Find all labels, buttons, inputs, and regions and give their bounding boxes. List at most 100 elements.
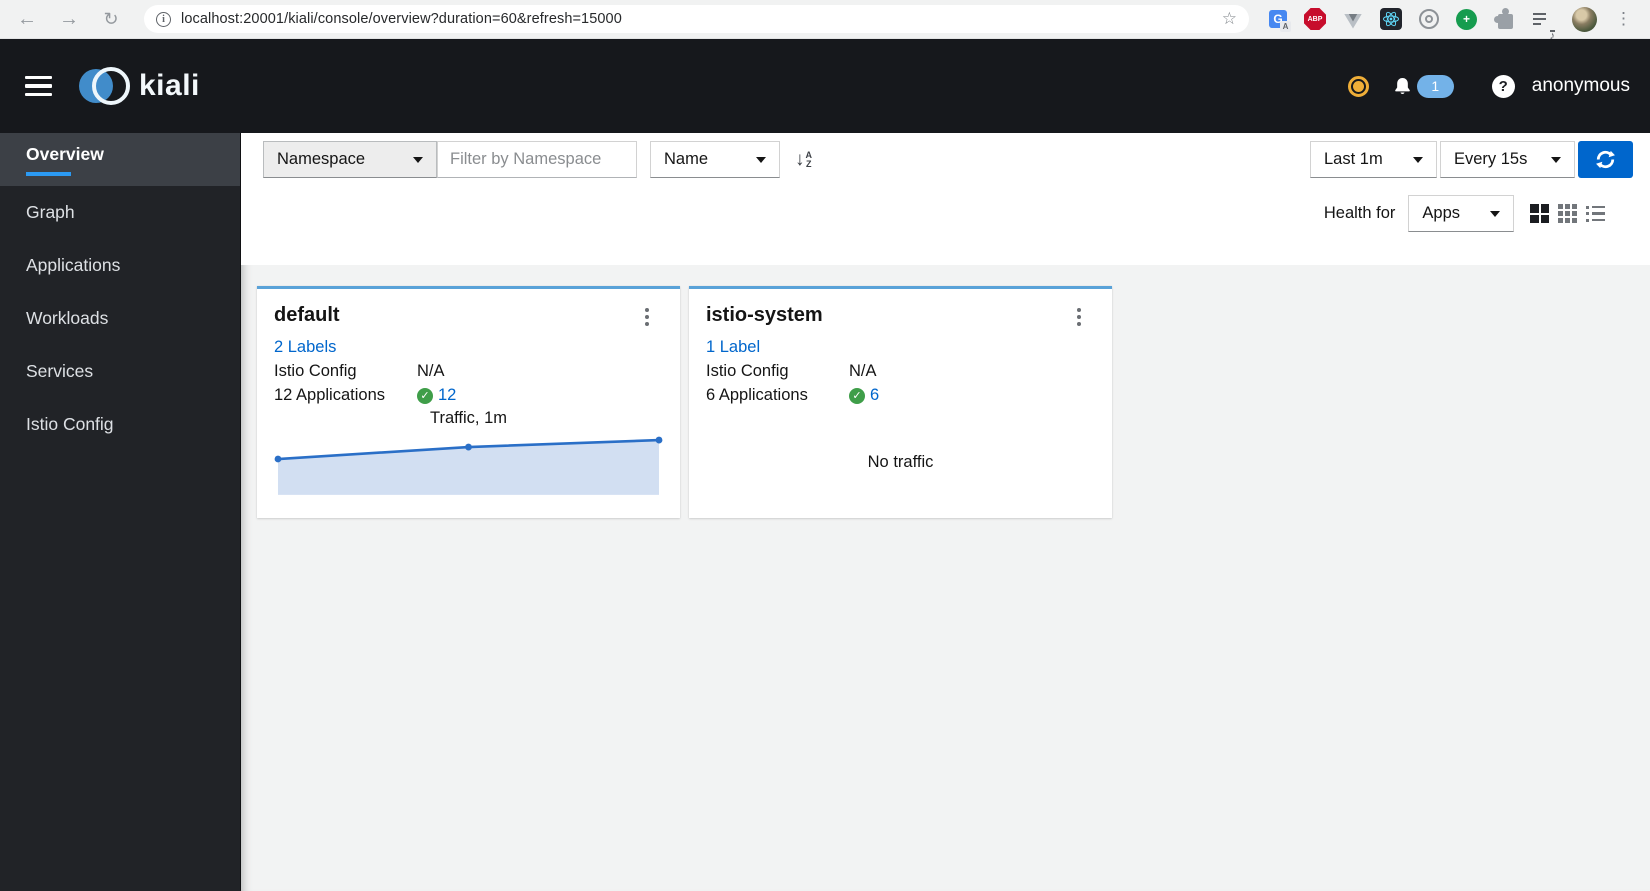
bookmark-star-icon[interactable]: ☆ [1222, 9, 1237, 29]
notification-badge: 1 [1416, 74, 1454, 98]
card-title: istio-system [706, 304, 823, 326]
toolbar: Namespace Name ↓ AZ Last 1m Every 15s [241, 133, 1650, 265]
istio-config-label: Istio Config [274, 362, 357, 380]
chevron-down-icon [413, 156, 423, 163]
health-type-select[interactable]: Apps [1408, 195, 1515, 232]
duration-select[interactable]: Last 1m [1310, 141, 1437, 178]
kebab-menu-button[interactable] [631, 304, 663, 326]
help-icon[interactable]: ? [1491, 74, 1515, 98]
url-text[interactable]: localhost:20001/kiali/console/overview?d… [181, 11, 622, 27]
check-circle-icon: ✓ [849, 387, 865, 404]
compact-view-button[interactable] [1558, 204, 1577, 223]
traffic-chart-title: Traffic, 1m [429, 409, 507, 427]
sidebar-nav: Overview Graph Applications Workloads Se… [0, 133, 241, 891]
istio-config-value: N/A [417, 362, 445, 380]
browser-profile-avatar[interactable] [1572, 6, 1597, 32]
istio-config-label: Istio Config [706, 362, 789, 380]
sort-az-icon: ↓ [795, 148, 805, 170]
info-icon[interactable]: i [156, 11, 171, 27]
masthead: kiali 1 ? anonymous [0, 39, 1650, 133]
th-icon [1558, 204, 1577, 223]
masthead-actions: 1 ? anonymous [1347, 74, 1630, 98]
sidebar-item-label: Graph [26, 202, 75, 222]
adblock-extension-icon[interactable]: ABP [1304, 8, 1326, 30]
forward-icon[interactable]: → [54, 8, 84, 31]
playlist-extension-icon[interactable]: ♪ [1533, 8, 1555, 42]
health-for-label: Health for [1323, 204, 1396, 222]
sort-by-select[interactable]: Name [650, 141, 780, 178]
refresh-button[interactable] [1578, 141, 1633, 178]
logo-circle-ring [92, 67, 130, 105]
mesh-status-icon[interactable] [1347, 75, 1369, 97]
notifications-button[interactable]: 1 [1392, 74, 1454, 98]
recorder-extension-icon[interactable] [1419, 9, 1439, 29]
applications-label: 6 Applications [706, 386, 808, 404]
card-title: default [274, 304, 340, 326]
main-content: Namespace Name ↓ AZ Last 1m Every 15s [241, 133, 1650, 891]
namespace-select-value: Namespace [277, 150, 366, 168]
browser-menu-icon[interactable]: ⋮ [1615, 9, 1632, 29]
istio-config-value: N/A [849, 362, 877, 380]
sidebar-item-label: Istio Config [26, 414, 114, 434]
health-count-link[interactable]: 6 [870, 386, 879, 405]
kebab-menu-button[interactable] [1063, 304, 1095, 326]
extension-toolbar: GA ABP + ♪ [1269, 6, 1597, 42]
refresh-interval-select[interactable]: Every 15s [1440, 141, 1575, 178]
namespace-cards: default 2 Labels Istio Config N/A 12 App… [257, 286, 1650, 518]
labels-link[interactable]: 2 Labels [274, 338, 336, 357]
back-icon[interactable]: ← [12, 8, 42, 31]
hamburger-menu-icon[interactable] [25, 75, 52, 97]
sidebar-item-workloads[interactable]: Workloads [0, 292, 240, 345]
sort-by-value: Name [664, 150, 709, 168]
chevron-down-icon [756, 156, 766, 163]
duration-value: Last 1m [1324, 150, 1383, 168]
namespace-card-istio-system[interactable]: istio-system 1 Label Istio Config N/A 6 … [689, 286, 1112, 518]
react-devtools-extension-icon[interactable] [1380, 8, 1402, 30]
sidebar-item-label: Workloads [26, 308, 109, 328]
apps-health-status: ✓ 6 [849, 386, 879, 405]
health-count-link[interactable]: 12 [438, 386, 456, 405]
apps-health-status: ✓ 12 [417, 386, 456, 405]
hangouts-extension-icon[interactable]: + [1456, 8, 1477, 30]
sidebar-item-istio-config[interactable]: Istio Config [0, 398, 240, 451]
toolbar-row-health: Health for Apps [241, 195, 1650, 232]
namespace-filter-input[interactable] [437, 141, 637, 178]
sidebar-item-label: Overview [26, 143, 104, 164]
traffic-chart[interactable] [274, 435, 663, 504]
labels-link[interactable]: 1 Label [706, 338, 760, 357]
toolbar-row-filters: Namespace Name ↓ AZ Last 1m Every 15s [241, 141, 1650, 178]
sort-direction-button[interactable]: ↓ AZ [795, 149, 812, 171]
list-view-button[interactable] [1586, 205, 1605, 222]
url-bar[interactable]: i localhost:20001/kiali/console/overview… [144, 5, 1249, 33]
bell-icon [1394, 77, 1410, 94]
sidebar-item-services[interactable]: Services [0, 345, 240, 398]
brand-name: kiali [139, 69, 200, 102]
expand-view-button[interactable] [1530, 204, 1550, 223]
th-large-icon [1530, 204, 1550, 223]
sidebar-item-label: Applications [26, 255, 121, 275]
no-traffic-text: No traffic [867, 453, 934, 471]
reload-icon[interactable]: ↻ [96, 9, 126, 30]
traffic-sparkline [274, 436, 663, 495]
browser-chrome: ← → ↻ i localhost:20001/kiali/console/ov… [0, 0, 1650, 42]
username[interactable]: anonymous [1532, 75, 1630, 97]
sidebar-item-applications[interactable]: Applications [0, 239, 240, 292]
vue-devtools-extension-icon[interactable] [1343, 11, 1363, 29]
chevron-down-icon [1551, 156, 1561, 163]
applications-label: 12 Applications [274, 386, 385, 404]
health-type-value: Apps [1422, 204, 1461, 222]
chevron-down-icon [1490, 210, 1501, 217]
namespace-card-default[interactable]: default 2 Labels Istio Config N/A 12 App… [257, 286, 680, 518]
sidebar-item-overview[interactable]: Overview [0, 133, 240, 186]
sidebar-item-graph[interactable]: Graph [0, 186, 240, 239]
namespace-select[interactable]: Namespace [263, 141, 437, 178]
sync-icon [1596, 150, 1615, 169]
refresh-interval-value: Every 15s [1454, 150, 1528, 168]
sidebar-item-label: Services [26, 361, 94, 381]
translate-extension-icon[interactable]: GA [1269, 10, 1291, 32]
puzzle-extension-icon[interactable] [1494, 8, 1516, 30]
kiali-logo-icon: kiali [79, 67, 200, 105]
chevron-down-icon [1413, 156, 1423, 163]
active-indicator [26, 171, 71, 176]
check-circle-icon: ✓ [417, 387, 433, 404]
